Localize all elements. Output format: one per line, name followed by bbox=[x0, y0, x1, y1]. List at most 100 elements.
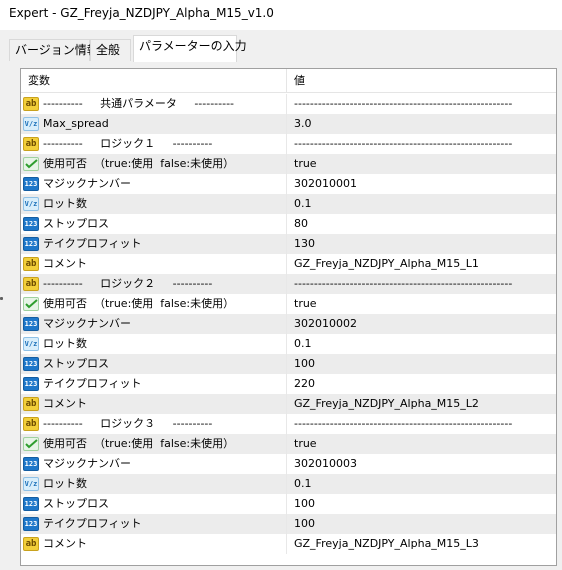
parameter-name-cell[interactable]: ab ---------- ロジック３ ---------- bbox=[21, 414, 287, 434]
parameter-name-cell[interactable]: V/z Max_spread bbox=[21, 114, 287, 134]
parameter-row[interactable]: V/z ロット数 0.1 bbox=[21, 474, 556, 494]
parameter-row[interactable]: 123 マジックナンバー 302010002 bbox=[21, 314, 556, 334]
parameter-row[interactable]: V/z ロット数 0.1 bbox=[21, 194, 556, 214]
integer-type-icon: 123 bbox=[23, 317, 39, 331]
parameter-value-cell[interactable]: GZ_Freyja_NZDJPY_Alpha_M15_L1 bbox=[287, 254, 556, 274]
parameter-name: ロット数 bbox=[43, 197, 87, 210]
parameter-value-cell[interactable]: 220 bbox=[287, 374, 556, 394]
parameter-value-cell[interactable]: 302010002 bbox=[287, 314, 556, 334]
parameter-row[interactable]: V/z ロット数 0.1 bbox=[21, 334, 556, 354]
parameter-value-cell[interactable]: 0.1 bbox=[287, 474, 556, 494]
tab-general[interactable]: 全般 bbox=[90, 39, 131, 61]
parameter-name: ストップロス bbox=[43, 217, 109, 230]
parameter-value-cell[interactable]: 0.1 bbox=[287, 194, 556, 214]
parameter-value-cell[interactable]: ----------------------------------------… bbox=[287, 94, 556, 114]
parameter-name: ストップロス bbox=[43, 357, 109, 370]
parameter-name-cell[interactable]: 123 マジックナンバー bbox=[21, 314, 287, 334]
parameter-row[interactable]: 使用可否 （true:使用 false:未使用） true bbox=[21, 154, 556, 174]
parameter-name: 使用可否 （true:使用 false:未使用） bbox=[43, 437, 235, 450]
string-type-icon: ab bbox=[23, 257, 39, 271]
parameter-value-cell[interactable]: 100 bbox=[287, 354, 556, 374]
column-header-value[interactable]: 値 bbox=[287, 69, 556, 93]
parameter-name-cell[interactable]: 123 マジックナンバー bbox=[21, 174, 287, 194]
parameter-value-cell[interactable]: 3.0 bbox=[287, 114, 556, 134]
tab-input-parameters[interactable]: パラメーターの入力 bbox=[133, 35, 247, 62]
parameter-name-cell[interactable]: 123 ストップロス bbox=[21, 354, 287, 374]
parameter-row[interactable]: 123 テイクプロフィット 100 bbox=[21, 514, 556, 534]
parameter-name-cell[interactable]: V/z ロット数 bbox=[21, 474, 287, 494]
parameter-row[interactable]: ab コメント GZ_Freyja_NZDJPY_Alpha_M15_L2 bbox=[21, 394, 556, 414]
parameter-value-cell[interactable]: ----------------------------------------… bbox=[287, 274, 556, 294]
integer-type-icon: 123 bbox=[23, 357, 39, 371]
parameter-value-cell[interactable]: 130 bbox=[287, 234, 556, 254]
parameter-value-cell[interactable]: 100 bbox=[287, 514, 556, 534]
string-type-icon: ab bbox=[23, 97, 39, 111]
grid-rows: ab ---------- 共通パラメータ ---------- ---------… bbox=[21, 94, 556, 554]
parameter-name-cell[interactable]: V/z ロット数 bbox=[21, 194, 287, 214]
parameter-value-cell[interactable]: 80 bbox=[287, 214, 556, 234]
parameter-name-cell[interactable]: ab ---------- 共通パラメータ ---------- bbox=[21, 94, 287, 114]
parameter-name-cell[interactable]: 使用可否 （true:使用 false:未使用） bbox=[21, 154, 287, 174]
parameter-value-cell[interactable]: 0.1 bbox=[287, 334, 556, 354]
parameter-name: ---------- ロジック３ ---------- bbox=[43, 417, 213, 430]
panel-edge-marker bbox=[0, 297, 3, 300]
parameter-name-cell[interactable]: ab コメント bbox=[21, 394, 287, 414]
parameter-row[interactable]: 123 マジックナンバー 302010001 bbox=[21, 174, 556, 194]
parameter-row[interactable]: 123 テイクプロフィット 220 bbox=[21, 374, 556, 394]
parameter-value-cell[interactable]: true bbox=[287, 154, 556, 174]
parameter-name: ロット数 bbox=[43, 477, 87, 490]
parameter-value-cell[interactable]: true bbox=[287, 434, 556, 454]
parameter-row[interactable]: ab コメント GZ_Freyja_NZDJPY_Alpha_M15_L1 bbox=[21, 254, 556, 274]
parameter-value-cell[interactable]: true bbox=[287, 294, 556, 314]
parameter-value-cell[interactable]: ----------------------------------------… bbox=[287, 134, 556, 154]
parameters-grid: 変数 値 ab ---------- 共通パラメータ ---------- ----… bbox=[20, 68, 557, 566]
parameter-name: マジックナンバー bbox=[43, 457, 131, 470]
parameter-name: テイクプロフィット bbox=[43, 377, 142, 390]
parameter-name: 使用可否 （true:使用 false:未使用） bbox=[43, 157, 235, 170]
tab-strip: バージョン情報 全般 パラメーターの入力 bbox=[0, 30, 562, 62]
parameter-name-cell[interactable]: 123 テイクプロフィット bbox=[21, 374, 287, 394]
parameter-value-cell[interactable]: 302010001 bbox=[287, 174, 556, 194]
parameter-name: コメント bbox=[43, 397, 87, 410]
parameter-name-cell[interactable]: 123 テイクプロフィット bbox=[21, 514, 287, 534]
tab-version-info[interactable]: バージョン情報 bbox=[9, 39, 99, 61]
parameter-name: 使用可否 （true:使用 false:未使用） bbox=[43, 297, 235, 310]
parameter-value-cell[interactable]: 100 bbox=[287, 494, 556, 514]
parameter-name-cell[interactable]: ab ---------- ロジック１ ---------- bbox=[21, 134, 287, 154]
parameter-name-cell[interactable]: 使用可否 （true:使用 false:未使用） bbox=[21, 294, 287, 314]
parameter-name-cell[interactable]: ab コメント bbox=[21, 534, 287, 554]
string-type-icon: ab bbox=[23, 397, 39, 411]
parameter-row[interactable]: 123 ストップロス 80 bbox=[21, 214, 556, 234]
parameter-value-cell[interactable]: 302010003 bbox=[287, 454, 556, 474]
parameter-name-cell[interactable]: 123 ストップロス bbox=[21, 494, 287, 514]
double-type-icon: V/z bbox=[23, 117, 39, 131]
parameter-value-cell[interactable]: GZ_Freyja_NZDJPY_Alpha_M15_L3 bbox=[287, 534, 556, 554]
parameter-row[interactable]: ab ---------- ロジック２ ---------- -----------… bbox=[21, 274, 556, 294]
parameter-row[interactable]: 123 ストップロス 100 bbox=[21, 354, 556, 374]
parameter-name-cell[interactable]: 123 マジックナンバー bbox=[21, 454, 287, 474]
parameter-value-cell[interactable]: ----------------------------------------… bbox=[287, 414, 556, 434]
parameter-row[interactable]: 123 ストップロス 100 bbox=[21, 494, 556, 514]
parameter-row[interactable]: 使用可否 （true:使用 false:未使用） true bbox=[21, 294, 556, 314]
window-titlebar: Expert - GZ_Freyja_NZDJPY_Alpha_M15_v1.0 bbox=[0, 0, 562, 30]
parameter-value-cell[interactable]: GZ_Freyja_NZDJPY_Alpha_M15_L2 bbox=[287, 394, 556, 414]
parameter-name-cell[interactable]: ab コメント bbox=[21, 254, 287, 274]
bool-type-icon bbox=[23, 157, 39, 171]
parameter-row[interactable]: 123 テイクプロフィット 130 bbox=[21, 234, 556, 254]
column-header-variable[interactable]: 変数 bbox=[21, 69, 287, 93]
parameter-name-cell[interactable]: V/z ロット数 bbox=[21, 334, 287, 354]
parameter-row[interactable]: ab コメント GZ_Freyja_NZDJPY_Alpha_M15_L3 bbox=[21, 534, 556, 554]
parameter-row[interactable]: ab ---------- ロジック１ ---------- -----------… bbox=[21, 134, 556, 154]
parameter-name-cell[interactable]: 123 テイクプロフィット bbox=[21, 234, 287, 254]
parameter-name-cell[interactable]: ab ---------- ロジック２ ---------- bbox=[21, 274, 287, 294]
parameter-name-cell[interactable]: 使用可否 （true:使用 false:未使用） bbox=[21, 434, 287, 454]
parameter-name: ロット数 bbox=[43, 337, 87, 350]
parameter-row[interactable]: 使用可否 （true:使用 false:未使用） true bbox=[21, 434, 556, 454]
parameter-row[interactable]: 123 マジックナンバー 302010003 bbox=[21, 454, 556, 474]
parameter-name: テイクプロフィット bbox=[43, 237, 142, 250]
parameter-name-cell[interactable]: 123 ストップロス bbox=[21, 214, 287, 234]
parameter-row[interactable]: V/z Max_spread 3.0 bbox=[21, 114, 556, 134]
parameter-row[interactable]: ab ---------- 共通パラメータ ---------- ---------… bbox=[21, 94, 556, 114]
parameters-panel: 変数 値 ab ---------- 共通パラメータ ---------- ----… bbox=[0, 61, 562, 570]
parameter-row[interactable]: ab ---------- ロジック３ ---------- -----------… bbox=[21, 414, 556, 434]
